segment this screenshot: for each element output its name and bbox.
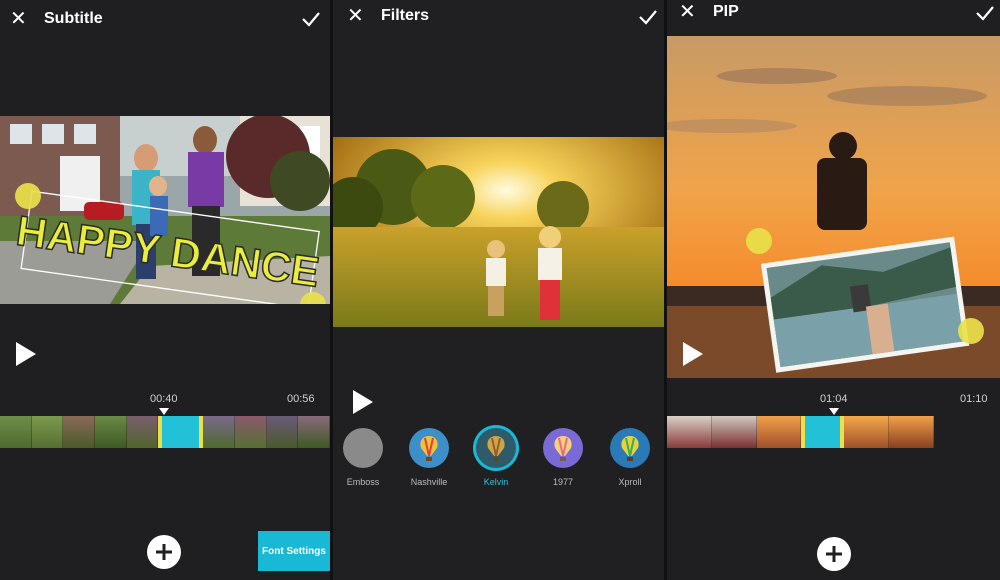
pip-clip[interactable] <box>801 416 845 448</box>
filter-label: Emboss <box>346 477 380 487</box>
timeline-thumbnail <box>298 416 330 448</box>
filter-label: Nashville <box>410 477 448 487</box>
filter-1977[interactable]: 1977 <box>541 428 585 487</box>
timeline-thumbnail <box>0 416 32 448</box>
preview-image <box>667 36 1000 378</box>
balloon-icon <box>409 428 449 468</box>
timeline-strip[interactable] <box>667 416 934 448</box>
playhead-marker[interactable] <box>159 408 169 415</box>
timeline-thumbnail <box>95 416 127 448</box>
filter-kelvin[interactable]: Kelvin <box>474 428 518 487</box>
filter-label: 1977 <box>552 477 574 487</box>
timeline-thumbnail <box>667 416 712 448</box>
emboss-filter-thumbnail <box>343 428 383 468</box>
balloon-icon <box>476 428 516 468</box>
filter-nashville[interactable]: Nashville <box>407 428 451 487</box>
pip-panel: ✕ PIP 01:04 01:10 <box>667 0 1000 580</box>
rotate-handle[interactable] <box>746 228 772 254</box>
page-title: Subtitle <box>44 10 103 27</box>
filter-xproll[interactable]: Xproll <box>608 428 652 487</box>
close-icon[interactable]: ✕ <box>347 6 364 26</box>
video-preview[interactable] <box>333 137 666 327</box>
end-time: 01:10 <box>960 393 988 405</box>
rotate-handle[interactable] <box>15 183 41 209</box>
playhead-marker[interactable] <box>829 408 839 415</box>
current-time: 00:40 <box>150 393 178 405</box>
timeline-thumbnail <box>63 416 96 448</box>
filters-panel: ✕ Filters Emboss Nashville Kelvin 1977 X… <box>333 0 666 580</box>
video-preview[interactable]: HAPPY DANCE <box>0 116 330 304</box>
subtitle-panel: ✕ Subtitle HAPPY DANCE 00:40 00:56 Font … <box>0 0 330 580</box>
timeline-thumbnail <box>126 416 159 448</box>
timeline-thumbnail <box>266 416 299 448</box>
resize-handle[interactable] <box>958 318 984 344</box>
play-button[interactable] <box>16 342 36 366</box>
timeline-thumbnail <box>203 416 235 448</box>
play-button[interactable] <box>683 342 703 366</box>
current-time: 01:04 <box>820 393 848 405</box>
timeline-thumbnail <box>234 416 267 448</box>
checkmark-icon[interactable] <box>300 8 322 30</box>
timeline-thumbnail <box>711 416 757 448</box>
timeline-thumbnail <box>31 416 64 448</box>
play-button[interactable] <box>353 390 373 414</box>
add-pip-button[interactable] <box>817 537 851 571</box>
timeline-thumbnail <box>844 416 890 448</box>
font-settings-button[interactable]: Font Settings <box>258 531 330 571</box>
timeline-strip[interactable] <box>0 416 330 448</box>
preview-image <box>333 137 666 327</box>
subtitle-topbar: ✕ Subtitle <box>0 0 330 40</box>
end-time: 00:56 <box>287 393 315 405</box>
pip-topbar: ✕ PIP <box>667 0 1000 40</box>
close-icon[interactable]: ✕ <box>679 2 696 22</box>
filters-topbar: ✕ Filters <box>333 0 666 40</box>
subtitle-clip[interactable] <box>158 416 204 448</box>
balloon-icon <box>543 428 583 468</box>
timeline-thumbnail <box>756 416 802 448</box>
filter-emboss[interactable]: Emboss <box>341 428 385 487</box>
page-title: Filters <box>381 7 430 24</box>
timeline-thumbnail <box>889 416 934 448</box>
close-icon[interactable]: ✕ <box>10 9 27 29</box>
balloon-icon <box>610 428 650 468</box>
page-title: PIP <box>713 3 739 20</box>
checkmark-icon[interactable] <box>637 6 659 28</box>
add-subtitle-button[interactable] <box>147 535 181 569</box>
filter-label: Kelvin <box>483 477 509 487</box>
preview-image: HAPPY DANCE <box>0 116 330 304</box>
video-preview[interactable] <box>667 36 1000 378</box>
filter-label: Xproll <box>618 477 642 487</box>
checkmark-icon[interactable] <box>974 2 996 24</box>
